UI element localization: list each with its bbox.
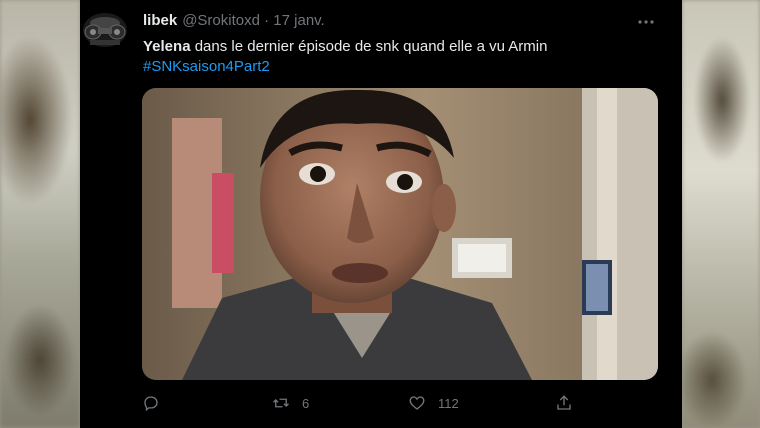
tweet-text-body: dans le dernier épisode de snk quand ell… — [190, 38, 548, 55]
tweet-text: Yelena dans le dernier épisode de snk qu… — [143, 37, 663, 77]
retweet-button[interactable]: 6 — [272, 392, 309, 414]
avatar[interactable] — [80, 10, 130, 50]
tweet-date[interactable]: 17 janv. — [273, 12, 324, 29]
tweet-text-bold: Yelena — [143, 38, 191, 55]
more-icon[interactable] — [636, 14, 656, 30]
tweet-media-image[interactable] — [142, 88, 658, 380]
share-button[interactable] — [555, 392, 573, 414]
background-blur-left — [0, 0, 80, 428]
hashtag-link[interactable]: #SNKsaison4Part2 — [143, 57, 663, 77]
user-handle[interactable]: @Srokitoxd — [182, 12, 260, 29]
tweet-header: libek @Srokitoxd · 17 janv. — [143, 12, 663, 32]
like-count: 112 — [438, 395, 459, 411]
share-icon — [557, 395, 571, 410]
reply-icon — [144, 396, 158, 412]
background-blur-right — [682, 0, 760, 428]
like-icon — [409, 396, 425, 410]
retweet-icon — [273, 398, 289, 408]
like-button[interactable]: 112 — [408, 392, 459, 414]
retweet-count: 6 — [302, 395, 310, 411]
tweet-actions: 6 112 — [142, 392, 622, 414]
reply-button[interactable] — [142, 392, 160, 414]
tweet-card[interactable]: libek @Srokitoxd · 17 janv. Yelena dans l… — [80, 0, 682, 428]
separator-dot: · — [264, 12, 270, 29]
display-name[interactable]: libek — [143, 12, 177, 29]
